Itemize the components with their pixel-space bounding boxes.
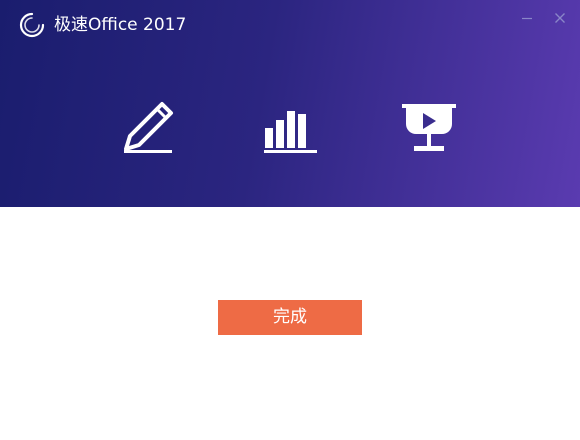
installer-window: 极速Office 2017 完成 xyxy=(0,0,580,440)
presentation-play-icon xyxy=(402,104,456,151)
app-logo-icon xyxy=(19,12,45,38)
close-button[interactable] xyxy=(552,10,568,26)
header-banner: 极速Office 2017 xyxy=(0,0,580,207)
minimize-button[interactable] xyxy=(519,10,535,26)
spreadsheet-chart-icon xyxy=(264,111,317,153)
done-button[interactable]: 完成 xyxy=(218,300,362,335)
writer-pen-icon xyxy=(124,102,173,153)
window-title: 极速Office 2017 xyxy=(54,15,187,35)
